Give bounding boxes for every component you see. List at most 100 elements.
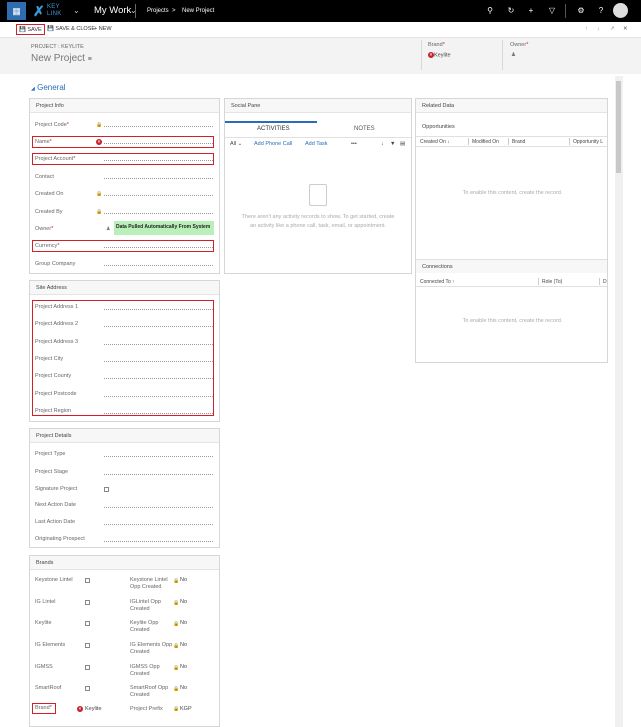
field-input[interactable]	[104, 360, 213, 362]
divider	[538, 278, 539, 285]
opp-created-value: No	[180, 577, 188, 583]
divider	[508, 138, 509, 145]
field-label: Project Postcode	[35, 390, 77, 397]
arrow-down-icon[interactable]: ↓	[595, 24, 602, 35]
save-and-close-button[interactable]: 💾 SAVE & CLOSE	[45, 24, 97, 35]
sort-arrow-icon[interactable]: ↑	[452, 279, 455, 285]
chevron-down-icon[interactable]: ⌄	[73, 6, 80, 15]
more-actions-button[interactable]: •••	[351, 141, 357, 147]
header-brand-value-text: Keylite	[434, 52, 451, 59]
tab-notes[interactable]: NOTES	[354, 126, 375, 132]
app-title[interactable]: My Work	[94, 5, 131, 16]
field-input[interactable]	[104, 178, 213, 179]
field-label-text: Contact	[35, 174, 54, 180]
field-label: Next Action Date	[35, 502, 76, 508]
lock-icon: 🔒	[173, 578, 180, 584]
filter-icon[interactable]: ▼	[390, 141, 395, 147]
grid-column-header[interactable]: Role (To)	[542, 279, 562, 285]
settings-icon[interactable]: ⚙	[576, 6, 586, 16]
divider	[468, 138, 469, 145]
field-input[interactable]	[104, 160, 213, 161]
search-icon[interactable]: ⚲	[485, 6, 495, 16]
header-brand-value[interactable]: × Keylite	[428, 52, 451, 58]
brand-checkbox[interactable]	[85, 578, 90, 583]
field-label: Project Address 1	[35, 304, 79, 310]
app-launcher-icon[interactable]: ▦	[7, 2, 26, 20]
field-label-text: Owner	[35, 226, 52, 232]
brand-field-value[interactable]: Keylite	[85, 706, 102, 712]
tab-general[interactable]: ◢ General	[31, 83, 66, 92]
breadcrumb-projects[interactable]: Projects	[147, 8, 169, 14]
grid-column-header[interactable]: Modified On	[472, 139, 499, 145]
avatar[interactable]	[613, 3, 628, 18]
error-icon: ×	[77, 706, 83, 712]
field-input[interactable]	[104, 507, 213, 508]
brand-checkbox[interactable]	[85, 643, 90, 648]
field-input[interactable]	[104, 378, 213, 380]
grid-column-header[interactable]: Connected To	[420, 279, 451, 285]
field-input[interactable]	[104, 265, 213, 266]
field-input[interactable]	[104, 474, 213, 475]
breadcrumb-new-project[interactable]: New Project	[182, 8, 214, 14]
add-task-link[interactable]: Add Task	[305, 141, 328, 147]
field-input[interactable]	[104, 412, 213, 414]
brand-checkbox[interactable]	[85, 665, 90, 670]
scrollbar-thumb[interactable]	[616, 81, 621, 173]
tab-general-label: General	[37, 83, 66, 92]
arrow-up-icon[interactable]: ↑	[583, 24, 590, 35]
project-prefix-value: KGP	[180, 706, 192, 712]
new-button[interactable]: + NEW	[92, 24, 114, 35]
grid-column-header[interactable]: Brand	[512, 139, 525, 145]
field-label: Project Code*	[35, 122, 69, 128]
field-input[interactable]	[104, 213, 213, 214]
field-label-text: Currency	[35, 243, 58, 249]
right-rail	[628, 76, 641, 727]
lock-icon: 🔒	[173, 621, 180, 627]
brand-checkbox[interactable]	[85, 686, 90, 691]
brand-checkbox[interactable]	[85, 600, 90, 605]
lock-icon: 🔒	[173, 600, 180, 606]
field-input[interactable]	[104, 524, 213, 525]
owner-value[interactable]: Data Pulled Automatically From System	[114, 221, 214, 235]
grid-column-header[interactable]: Created On	[420, 139, 446, 145]
activity-filter[interactable]: All ⌄	[230, 141, 242, 147]
history-icon[interactable]: ↻	[506, 6, 516, 16]
field-input[interactable]	[104, 143, 213, 144]
field-label-text: Created By	[35, 209, 63, 215]
field-input[interactable]	[104, 195, 213, 196]
grid-column-header[interactable]: D	[603, 279, 607, 285]
header-owner-label-text: Owner	[510, 42, 527, 48]
brand-checkbox[interactable]	[85, 621, 90, 626]
field-input[interactable]	[104, 541, 213, 542]
section-title: Site Address	[30, 281, 219, 295]
field-input[interactable]	[104, 326, 213, 328]
add-phone-call-link[interactable]: Add Phone Call	[254, 141, 292, 147]
save-button[interactable]: 💾 SAVE	[16, 24, 45, 35]
field-input[interactable]	[104, 395, 213, 397]
view-icon[interactable]: ▤	[400, 141, 405, 147]
save-close-icon: 💾	[47, 26, 54, 32]
sort-arrow-icon[interactable]: ↓	[447, 139, 450, 145]
grid-column-header[interactable]: Opportunity L	[573, 139, 603, 145]
sort-icon[interactable]: ↓	[381, 141, 384, 147]
field-input[interactable]	[104, 247, 213, 248]
add-icon[interactable]: +	[526, 6, 536, 16]
scrollbar[interactable]	[615, 76, 623, 727]
field-input[interactable]	[104, 456, 213, 457]
signature-project-checkbox[interactable]	[104, 487, 109, 492]
form-selector-icon[interactable]: ≡	[88, 56, 92, 63]
entity-label: PROJECT : KEYLITE	[31, 44, 84, 50]
field-input[interactable]	[104, 126, 213, 127]
close-icon[interactable]: ✕	[621, 24, 630, 35]
expand-icon[interactable]: ↗	[608, 24, 617, 35]
field-input[interactable]	[104, 343, 213, 345]
section-title: Project Details	[30, 429, 219, 443]
lock-icon: 🔒	[96, 209, 103, 215]
field-input[interactable]	[104, 309, 213, 310]
user-icon[interactable]: ♟	[511, 52, 516, 58]
field-label: Project Region	[35, 407, 72, 414]
filter-icon[interactable]: ▽	[547, 6, 557, 16]
record-name: New Project	[31, 53, 85, 64]
help-icon[interactable]: ?	[596, 6, 606, 16]
connections-title: Connections	[422, 264, 453, 270]
